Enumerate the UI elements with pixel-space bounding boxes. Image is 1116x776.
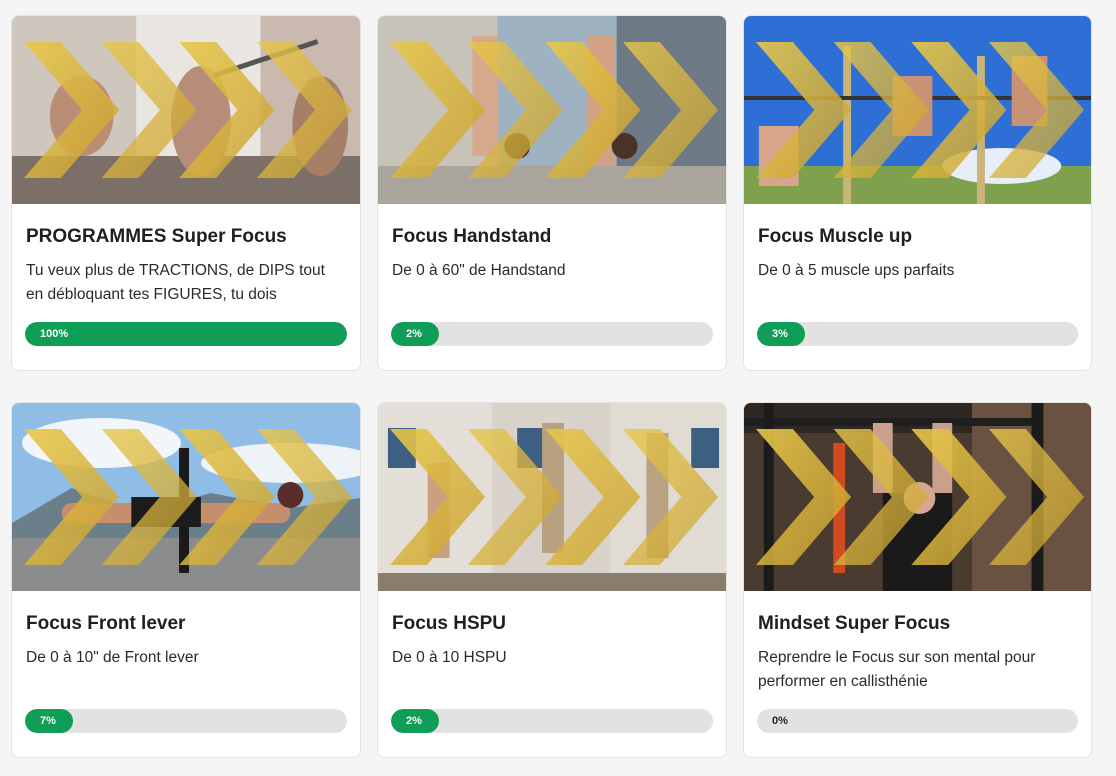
chevron-overlay-icon xyxy=(24,429,353,565)
program-thumbnail xyxy=(744,16,1091,204)
program-grid: PROGRAMMES Super Focus Tu veux plus de T… xyxy=(11,15,1092,758)
progress-bar: 0% xyxy=(757,709,1078,733)
program-card[interactable]: Mindset Super Focus Reprendre le Focus s… xyxy=(743,402,1092,758)
program-title: Focus Handstand xyxy=(392,226,552,247)
program-thumbnail xyxy=(378,16,726,204)
progress-bar: 2% xyxy=(391,709,713,733)
progress-label: 2% xyxy=(406,328,422,340)
program-thumbnail xyxy=(12,403,360,591)
progress-bar: 2% xyxy=(391,322,713,346)
program-title: Focus Muscle up xyxy=(758,226,913,247)
progress-label: 2% xyxy=(406,715,422,727)
progress-label: 3% xyxy=(772,328,788,340)
program-card[interactable]: Focus Handstand De 0 à 60" de Handstand … xyxy=(377,15,727,371)
chevron-overlay-icon xyxy=(24,42,353,178)
program-description: Reprendre le Focus sur son mental pour p… xyxy=(758,649,1036,690)
program-card[interactable]: Focus Muscle up De 0 à 5 muscle ups parf… xyxy=(743,15,1092,371)
program-title: Focus Front lever xyxy=(26,613,186,634)
progress-label: 100% xyxy=(40,328,69,340)
program-description: De 0 à 10 HSPU xyxy=(392,649,507,666)
program-description: De 0 à 10" de Front lever xyxy=(26,649,199,666)
program-card[interactable]: PROGRAMMES Super Focus Tu veux plus de T… xyxy=(11,15,361,371)
progress-label: 7% xyxy=(40,715,56,727)
chevron-overlay-icon xyxy=(756,42,1085,178)
chevron-overlay-icon xyxy=(390,429,719,565)
program-title: Focus HSPU xyxy=(392,613,507,634)
progress-bar: 100% xyxy=(25,322,347,346)
program-description: De 0 à 5 muscle ups parfaits xyxy=(758,262,955,279)
program-card[interactable]: Focus HSPU De 0 à 10 HSPU 2% xyxy=(377,402,727,758)
chevron-overlay-icon xyxy=(390,42,719,178)
progress-bar: 7% xyxy=(25,709,347,733)
chevron-overlay-icon xyxy=(756,429,1085,565)
program-thumbnail xyxy=(12,16,360,204)
program-card[interactable]: Focus Front lever De 0 à 10" de Front le… xyxy=(11,402,361,758)
program-description: De 0 à 60" de Handstand xyxy=(392,262,566,279)
program-title: Mindset Super Focus xyxy=(758,613,951,634)
progress-bar: 3% xyxy=(757,322,1078,346)
program-title: PROGRAMMES Super Focus xyxy=(26,226,287,247)
progress-fill xyxy=(25,322,347,346)
program-thumbnail xyxy=(744,403,1091,591)
progress-label: 0% xyxy=(772,715,788,727)
program-thumbnail xyxy=(378,403,726,591)
program-description: Tu veux plus de TRACTIONS, de DIPS tout … xyxy=(26,262,325,303)
